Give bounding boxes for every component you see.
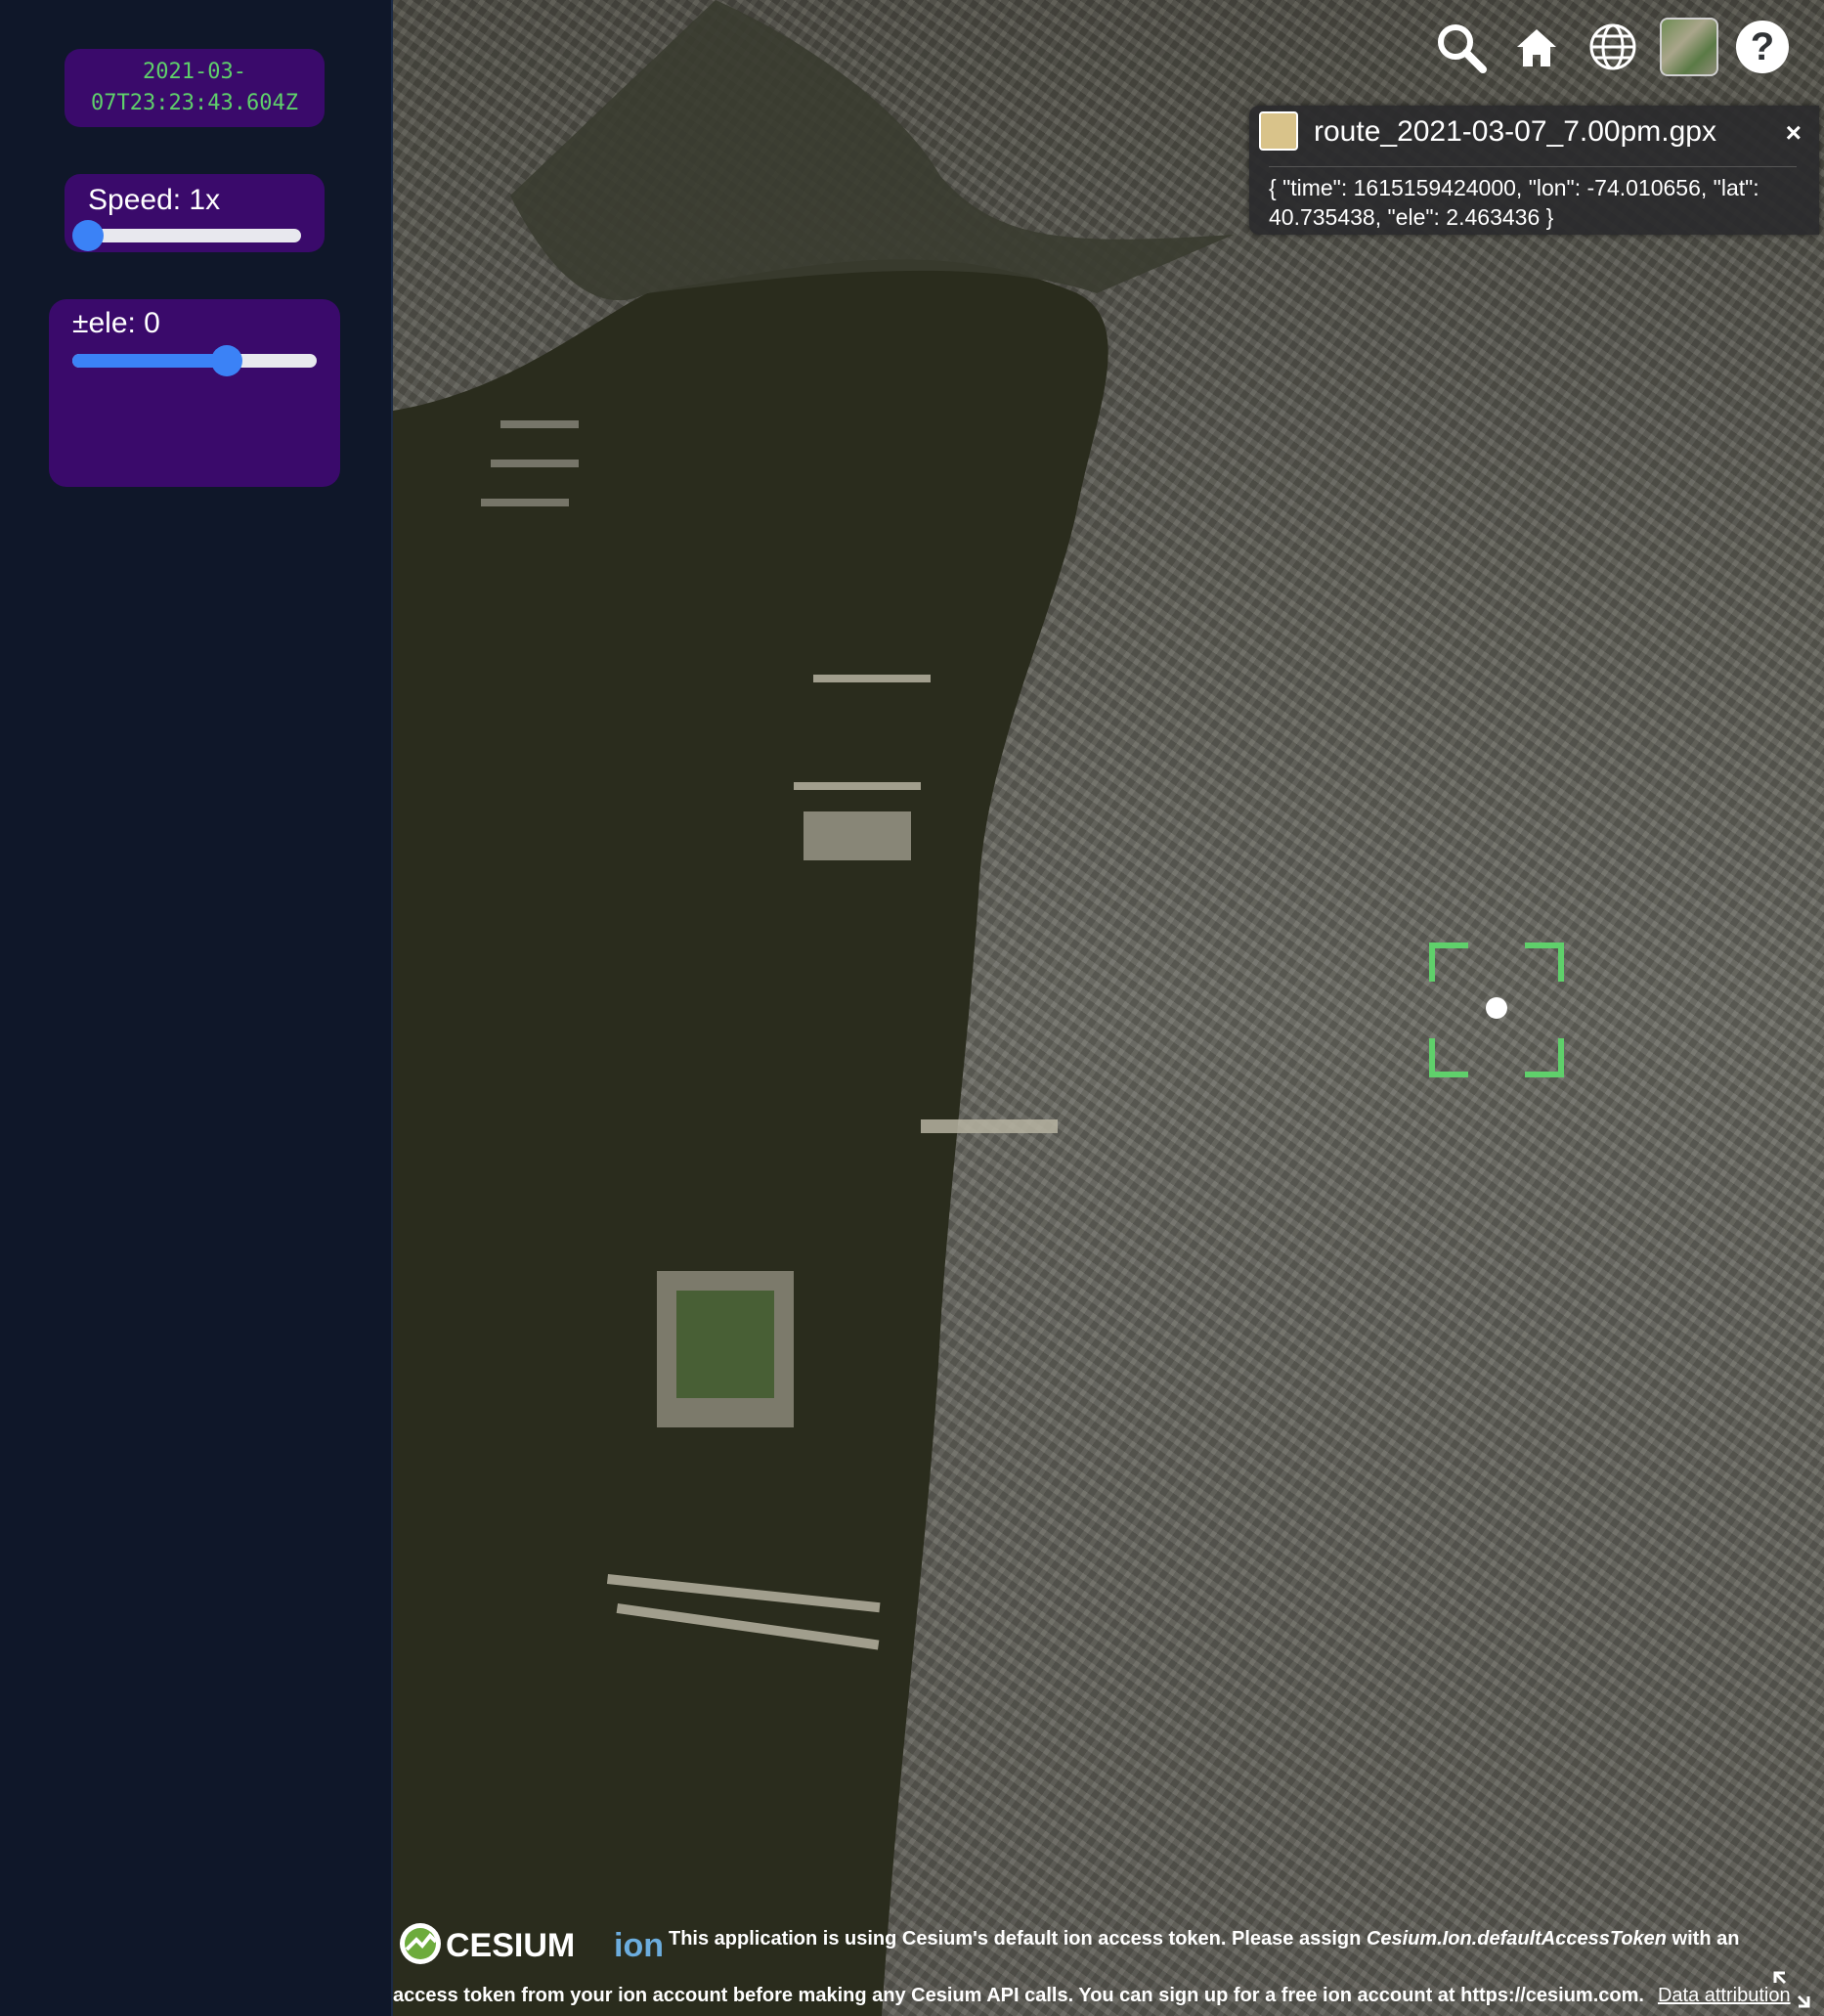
infobox-title: route_2021-03-07_7.00pm.gpx <box>1314 115 1716 148</box>
camera-icon[interactable] <box>1259 111 1298 151</box>
elevation-slider[interactable] <box>72 345 317 376</box>
elevation-slider-thumb[interactable] <box>210 345 242 376</box>
help-button[interactable]: ? <box>1736 21 1789 73</box>
home-button[interactable] <box>1507 18 1566 76</box>
cesium-ion-logo[interactable]: CESIUM ion <box>397 1920 680 1967</box>
home-icon <box>1517 29 1556 66</box>
credit-message-line1: This application is using Cesium's defau… <box>669 1928 1739 1950</box>
scene-mode-button[interactable] <box>1584 18 1642 76</box>
search-icon <box>1438 24 1487 73</box>
speed-slider[interactable] <box>72 220 301 251</box>
speed-slider-thumb[interactable] <box>72 220 104 251</box>
infobox-panel: route_2021-03-07_7.00pm.gpx × { "time": … <box>1249 106 1819 235</box>
speed-control: Speed: 1x <box>65 174 325 252</box>
cesium-logo-text: CESIUM <box>446 1927 575 1964</box>
sidebar: 2021-03- 07T23:23:43.604Z Speed: 1x ±ele… <box>0 0 393 2016</box>
credit-text-b: with an <box>1667 1928 1740 1950</box>
timestamp-display: 2021-03- 07T23:23:43.604Z <box>65 49 325 127</box>
credit-message-line2: access token from your ion account befor… <box>393 1985 1791 2007</box>
map-viewport[interactable]: ? <box>393 0 1824 2016</box>
speed-label: Speed: 1x <box>88 184 221 216</box>
base-layer-picker[interactable] <box>1660 18 1718 76</box>
globe-icon <box>1589 23 1636 70</box>
river-water <box>393 0 1234 2016</box>
cesium-logo-suffix: ion <box>614 1927 664 1964</box>
close-icon[interactable]: × <box>1786 117 1802 149</box>
selection-indicator <box>1429 942 1564 1077</box>
infobox-description: { "time": 1615159424000, "lon": -74.0106… <box>1269 166 1797 232</box>
elevation-label: ±ele: 0 <box>72 307 160 339</box>
fullscreen-icon[interactable] <box>1771 1969 1812 2010</box>
search-button[interactable] <box>1431 18 1490 76</box>
elevation-slider-fill <box>72 354 227 368</box>
credit-text-a: This application is using Cesium's defau… <box>669 1928 1367 1950</box>
cesium-toolbar: ? <box>1431 18 1789 76</box>
credit-text-line2: access token from your ion account befor… <box>393 1985 1644 2006</box>
credit-token-name: Cesium.Ion.defaultAccessToken <box>1366 1928 1667 1950</box>
credits-bar: CESIUM ion This application is using Ces… <box>393 1916 1824 2016</box>
elevation-control: ±ele: 0 <box>49 299 340 487</box>
